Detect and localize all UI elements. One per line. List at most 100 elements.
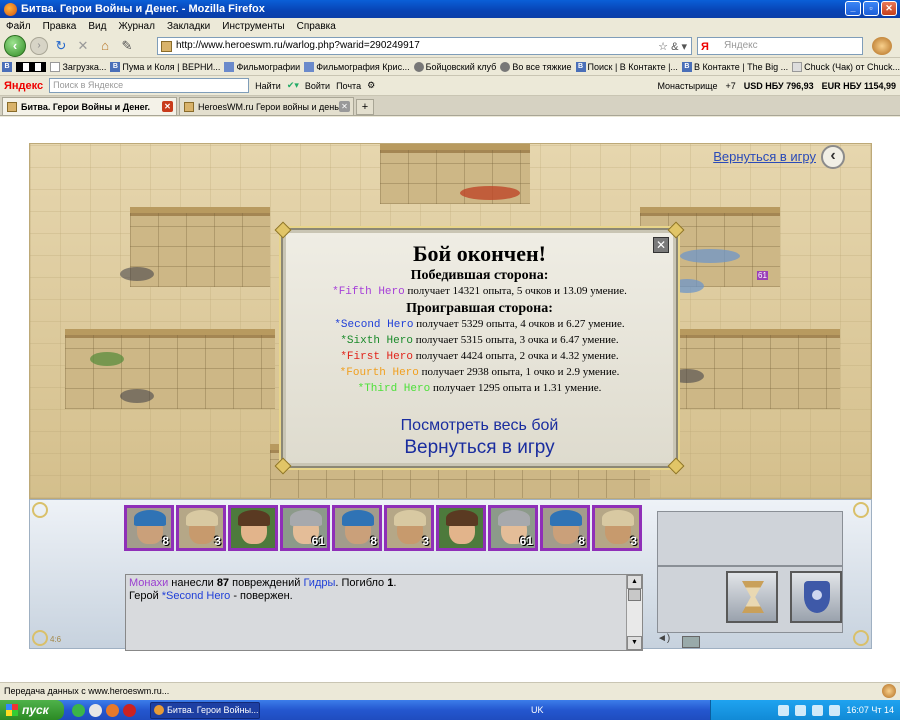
return-arrow-button[interactable]: ‹ bbox=[821, 145, 845, 169]
unit-portrait[interactable]: 8 bbox=[332, 505, 382, 551]
bookmark-item[interactable]: B Поиск | В Контакте |... bbox=[575, 61, 678, 72]
start-button[interactable]: пуск bbox=[0, 700, 64, 720]
battlefield[interactable]: 61 Вернуться в игру ‹ ✕ Бой окончен! Поб… bbox=[29, 143, 872, 499]
pin-icon[interactable]: ✎ bbox=[118, 37, 136, 55]
yandex-login-button[interactable]: Войти bbox=[305, 81, 330, 91]
clock[interactable]: 16:07 Чт 14 bbox=[846, 705, 894, 715]
hero-name[interactable]: *Second Hero bbox=[334, 319, 413, 331]
addon-status-icon[interactable] bbox=[882, 684, 896, 698]
usd-rate[interactable]: USD НБУ 796,93 bbox=[744, 81, 814, 91]
search-input[interactable]: Я Яндекс bbox=[697, 37, 863, 55]
reload-icon[interactable]: ↻ bbox=[52, 37, 70, 55]
bookmark-item[interactable]: B Пума и Коля | ВЕРНИ... bbox=[110, 61, 220, 72]
tab-close-icon[interactable]: ✕ bbox=[162, 101, 173, 112]
yandex-toolbar: Яндекс Поиск в Яндексе Найти ✔▾ Войти По… bbox=[0, 76, 900, 96]
unit-portrait[interactable]: 8 bbox=[540, 505, 590, 551]
gear-icon[interactable]: ⚙ bbox=[367, 80, 375, 91]
unit-portrait[interactable]: 61 bbox=[488, 505, 538, 551]
vk-icon: B bbox=[110, 61, 121, 72]
dialog-close-button[interactable]: ✕ bbox=[653, 237, 669, 253]
url-bar[interactable]: http://www.heroeswm.ru/warlog.php?warid=… bbox=[157, 37, 692, 55]
scroll-thumb[interactable] bbox=[628, 589, 641, 601]
opera-icon[interactable] bbox=[123, 703, 136, 717]
bookmark-checkered-banner[interactable] bbox=[16, 61, 47, 72]
scroll-down-icon[interactable]: ▼ bbox=[627, 636, 642, 650]
hero-name[interactable]: *Fifth Hero bbox=[332, 286, 405, 298]
checkmark-icon[interactable]: ✔▾ bbox=[287, 80, 299, 91]
forward-button[interactable]: › bbox=[30, 36, 48, 55]
view-battle-link[interactable]: Посмотреть весь бой bbox=[286, 417, 673, 435]
page-icon bbox=[50, 61, 61, 72]
hero-name[interactable]: *Fourth Hero bbox=[340, 367, 419, 379]
unit-portrait[interactable]: 3 bbox=[592, 505, 642, 551]
back-to-game-link[interactable]: Вернуться в игру bbox=[286, 437, 673, 459]
quicklaunch-icon[interactable] bbox=[89, 703, 102, 717]
scroll-up-icon[interactable]: ▲ bbox=[627, 575, 642, 589]
return-to-game-link[interactable]: Вернуться в игру bbox=[713, 149, 816, 164]
close-window-button[interactable]: ✕ bbox=[881, 1, 897, 16]
minimize-button[interactable]: _ bbox=[845, 1, 861, 16]
addon-monkey-icon[interactable] bbox=[872, 37, 892, 55]
fallen-unit bbox=[120, 267, 154, 281]
turn-order-strip: 8 3 61 8 3 61 8 3 bbox=[124, 505, 644, 551]
yandex-find-button[interactable]: Найти bbox=[255, 81, 281, 91]
menu-help[interactable]: Справка bbox=[297, 21, 336, 32]
tray-icon[interactable] bbox=[829, 704, 841, 716]
stop-icon[interactable]: ✕ bbox=[74, 37, 92, 55]
tray-icon[interactable] bbox=[778, 704, 790, 716]
firefox-icon[interactable] bbox=[106, 703, 119, 717]
menu-history[interactable]: Журнал bbox=[118, 21, 155, 32]
yandex-bar-logo[interactable]: Яндекс bbox=[4, 80, 43, 92]
yandex-search-input[interactable]: Поиск в Яндексе bbox=[49, 78, 250, 93]
tab-close-icon[interactable]: ✕ bbox=[339, 101, 350, 112]
maximize-button[interactable]: ▫ bbox=[863, 1, 879, 16]
unit-helmet bbox=[342, 510, 374, 526]
eur-rate[interactable]: EUR НБУ 1154,99 bbox=[822, 81, 896, 91]
wait-button[interactable] bbox=[726, 571, 778, 623]
hero-name[interactable]: *Sixth Hero bbox=[340, 335, 413, 347]
language-indicator[interactable]: UK bbox=[531, 705, 544, 715]
quicklaunch-icon[interactable] bbox=[72, 703, 85, 717]
bookmark-item[interactable]: BВ Контакте | The Big ... bbox=[681, 61, 788, 72]
bookmark-item[interactable]: Chuck (Чак) от Chuck... bbox=[792, 61, 900, 72]
defend-button[interactable] bbox=[790, 571, 842, 623]
unit-portrait[interactable] bbox=[228, 505, 278, 551]
weather-temp[interactable]: +7 bbox=[725, 81, 735, 91]
tab-battle[interactable]: Битва. Герои Войны и Денег. ✕ bbox=[2, 97, 177, 115]
city-label[interactable]: Монастырище bbox=[657, 81, 717, 91]
tab-heroeswm[interactable]: HeroesWM.ru Герои войны и деньг... ✕ bbox=[179, 97, 354, 115]
bookmark-star-icon[interactable]: ☆ & ▾ bbox=[658, 39, 687, 55]
home-icon[interactable]: ⌂ bbox=[96, 37, 114, 55]
yandex-mail-button[interactable]: Почта bbox=[336, 81, 361, 91]
tray-icon[interactable] bbox=[812, 704, 824, 716]
speaker-icon[interactable]: ◄) bbox=[657, 633, 670, 644]
unit-portrait[interactable]: 8 bbox=[124, 505, 174, 551]
menu-edit[interactable]: Правка bbox=[43, 21, 77, 32]
unit-portrait[interactable]: 61 bbox=[280, 505, 330, 551]
back-button[interactable]: ‹ bbox=[4, 34, 26, 57]
tray-icon[interactable] bbox=[795, 704, 807, 716]
log-target: Гидры bbox=[303, 577, 336, 589]
bookmark-item[interactable]: Фильмографии bbox=[224, 61, 300, 72]
turn-counter: 4:6 bbox=[50, 635, 62, 644]
new-tab-button[interactable]: + bbox=[356, 99, 374, 115]
volume-slider[interactable] bbox=[682, 636, 700, 648]
bookmark-vk[interactable]: B bbox=[2, 61, 12, 72]
taskbar-firefox-window[interactable]: Битва. Герои Войны... bbox=[150, 701, 260, 719]
unit-portrait[interactable]: 3 bbox=[176, 505, 226, 551]
bookmark-item[interactable]: Бойцовский клуб bbox=[413, 61, 496, 72]
menu-tools[interactable]: Инструменты bbox=[222, 21, 284, 32]
unit-portrait[interactable] bbox=[436, 505, 486, 551]
menu-file[interactable]: Файл bbox=[6, 21, 31, 32]
hero-name[interactable]: *Third Hero bbox=[358, 383, 431, 395]
bookmark-item[interactable]: Во все тяжкие bbox=[500, 61, 572, 72]
menu-view[interactable]: Вид bbox=[88, 21, 106, 32]
hero-name[interactable]: *First Hero bbox=[340, 351, 413, 363]
log-scrollbar[interactable]: ▲ ▼ bbox=[626, 575, 642, 650]
bookmark-item[interactable]: Загрузка... bbox=[50, 61, 106, 72]
bookmark-item[interactable]: Фильмография Крис... bbox=[304, 61, 410, 72]
unit-portrait[interactable]: 3 bbox=[384, 505, 434, 551]
menu-bookmarks[interactable]: Закладки bbox=[167, 21, 210, 32]
unit-stack[interactable] bbox=[680, 249, 740, 263]
log-text: повреждений bbox=[229, 577, 304, 589]
